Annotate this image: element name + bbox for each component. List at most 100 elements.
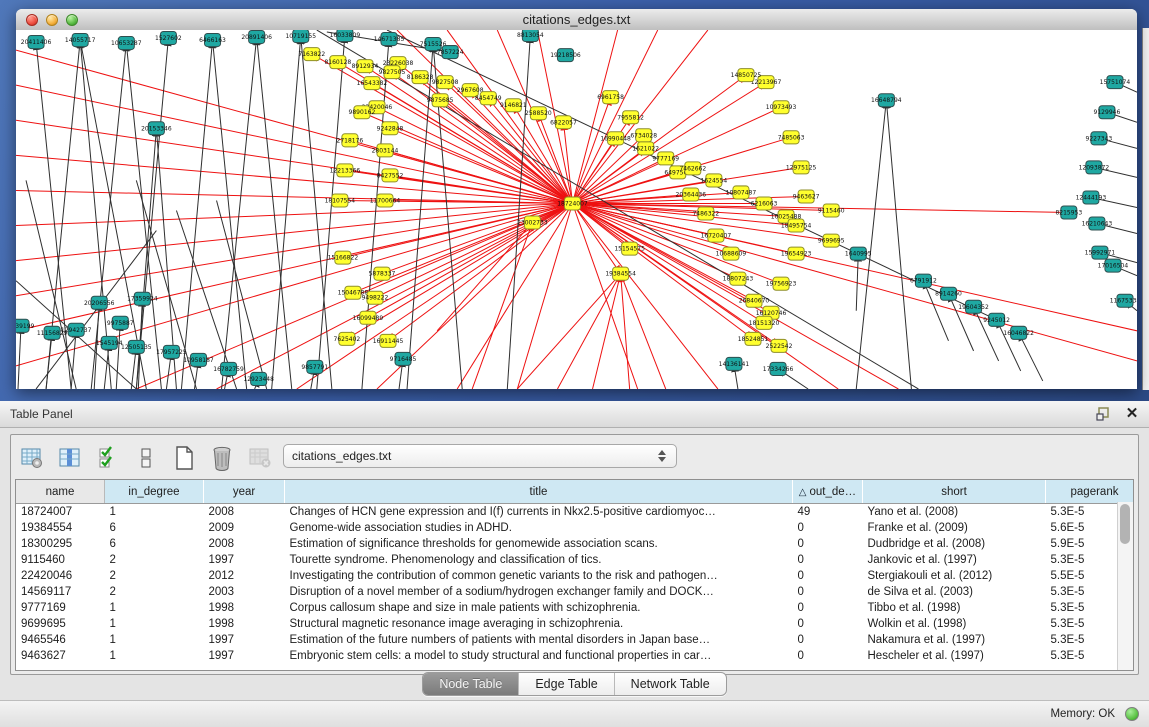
table-cell[interactable]: 2 — [105, 552, 204, 568]
node-label: 19218506 — [550, 52, 581, 59]
table-cell[interactable]: 6 — [105, 536, 204, 552]
table-cell[interactable]: 1 — [105, 648, 204, 664]
table-cell[interactable]: 1997 — [204, 648, 285, 664]
table-cell[interactable]: 0 — [793, 648, 863, 664]
table-row[interactable]: 1938455462009Genome-wide association stu… — [16, 520, 1134, 536]
table-cell[interactable]: 0 — [793, 568, 863, 584]
table-cell[interactable]: 2008 — [204, 504, 285, 521]
node-label: 23002733 — [517, 220, 548, 227]
delete-column-icon[interactable] — [209, 445, 235, 471]
table-cell[interactable]: 1998 — [204, 616, 285, 632]
table-cell[interactable]: 2009 — [204, 520, 285, 536]
table-cell[interactable]: 18724007 — [16, 504, 105, 521]
table-cell[interactable]: Disruption of a novel member of a sodium… — [285, 584, 793, 600]
table-cell[interactable]: Structural magnetic resonance image aver… — [285, 616, 793, 632]
table-cell[interactable]: 0 — [793, 584, 863, 600]
close-panel-icon[interactable]: ✕ — [1123, 405, 1141, 423]
table-row[interactable]: 1830029562008Estimation of significance … — [16, 536, 1134, 552]
column-header-pagerank[interactable]: pagerank — [1046, 480, 1135, 504]
table-cell[interactable]: 1 — [105, 504, 204, 521]
show-columns-icon[interactable] — [57, 445, 83, 471]
table-cell[interactable]: Wolkin et al. (1998) — [863, 616, 1046, 632]
column-header-in_degree[interactable]: in_degree — [105, 480, 204, 504]
table-mode-icon[interactable] — [19, 445, 45, 471]
table-cell[interactable]: 1 — [105, 616, 204, 632]
column-header-short[interactable]: short — [863, 480, 1046, 504]
table-cell[interactable]: 14569117 — [16, 584, 105, 600]
table-cell[interactable]: 9465546 — [16, 632, 105, 648]
column-header-out_de[interactable]: △out_de… — [793, 480, 863, 504]
float-panel-icon[interactable] — [1095, 405, 1113, 423]
table-cell[interactable]: 9463627 — [16, 648, 105, 664]
table-row[interactable]: 969969511998Structural magnetic resonanc… — [16, 616, 1134, 632]
table-cell[interactable]: 2008 — [204, 536, 285, 552]
node-table-grid[interactable]: namein_degreeyeartitle△out_de…shortpager… — [16, 480, 1134, 664]
table-row[interactable]: 1872400712008Changes of HCN gene express… — [16, 504, 1134, 521]
table-cell[interactable]: 2012 — [204, 568, 285, 584]
table-cell[interactable]: 49 — [793, 504, 863, 521]
table-cell[interactable]: 2 — [105, 568, 204, 584]
table-row[interactable]: 946362711997Embryonic stem cells: a mode… — [16, 648, 1134, 664]
table-cell[interactable]: Changes of HCN gene expression and I(f) … — [285, 504, 793, 521]
node-label: 16911445 — [373, 338, 404, 345]
table-cell[interactable]: 0 — [793, 536, 863, 552]
column-header-year[interactable]: year — [204, 480, 285, 504]
network-canvas[interactable]: 2041140614055717106532871527602646616320… — [16, 30, 1137, 389]
column-header-name[interactable]: name — [16, 480, 105, 504]
table-cell[interactable]: 0 — [793, 552, 863, 568]
table-cell[interactable]: 1 — [105, 600, 204, 616]
table-cell[interactable]: Jankovic et al. (1997) — [863, 552, 1046, 568]
row-height-icon[interactable] — [133, 445, 159, 471]
table-scrollbar-thumb[interactable] — [1120, 504, 1130, 544]
table-cell[interactable]: 0 — [793, 520, 863, 536]
tab-edge-table[interactable]: Edge Table — [519, 673, 614, 695]
table-cell[interactable]: Embryonic stem cells: a model to study s… — [285, 648, 793, 664]
table-cell[interactable]: Genome-wide association studies in ADHD. — [285, 520, 793, 536]
table-row[interactable]: 911546021997Tourette syndrome. Phenomeno… — [16, 552, 1134, 568]
table-cell[interactable]: Corpus callosum shape and size in male p… — [285, 600, 793, 616]
tab-node-table[interactable]: Node Table — [423, 673, 519, 695]
select-columns-icon[interactable] — [95, 445, 121, 471]
table-row[interactable]: 946554611997Estimation of the future num… — [16, 632, 1134, 648]
table-cell[interactable]: 9115460 — [16, 552, 105, 568]
table-cell[interactable]: Estimation of the future numbers of pati… — [285, 632, 793, 648]
table-cell[interactable]: 0 — [793, 600, 863, 616]
table-cell[interactable]: Stergiakouli et al. (2012) — [863, 568, 1046, 584]
table-cell[interactable]: Hescheler et al. (1997) — [863, 648, 1046, 664]
table-cell[interactable]: 6 — [105, 520, 204, 536]
table-cell[interactable]: Nakamura et al. (1997) — [863, 632, 1046, 648]
table-cell[interactable]: 9777169 — [16, 600, 105, 616]
table-select-dropdown[interactable]: citations_edges.txt — [283, 444, 677, 468]
table-cell[interactable]: 2 — [105, 584, 204, 600]
table-cell[interactable]: de Silva et al. (2003) — [863, 584, 1046, 600]
table-row[interactable]: 2242004622012Investigating the contribut… — [16, 568, 1134, 584]
table-cell[interactable]: 9699695 — [16, 616, 105, 632]
table-cell[interactable]: 2003 — [204, 584, 285, 600]
table-row[interactable]: 977716911998Corpus callosum shape and si… — [16, 600, 1134, 616]
table-cell[interactable]: 18300295 — [16, 536, 105, 552]
tab-network-table[interactable]: Network Table — [615, 673, 726, 695]
table-cell[interactable]: 0 — [793, 632, 863, 648]
table-cell[interactable]: 19384554 — [16, 520, 105, 536]
table-row[interactable]: 1456911722003Disruption of a novel membe… — [16, 584, 1134, 600]
delete-table-icon[interactable] — [247, 445, 273, 471]
background-window-edge — [1142, 28, 1149, 390]
table-cell[interactable]: Tibbo et al. (1998) — [863, 600, 1046, 616]
window-titlebar[interactable]: citations_edges.txt — [16, 9, 1137, 31]
column-header-title[interactable]: title — [285, 480, 793, 504]
table-cell[interactable]: Tourette syndrome. Phenomenology and cla… — [285, 552, 793, 568]
table-cell[interactable]: Yano et al. (2008) — [863, 504, 1046, 521]
table-cell[interactable]: 0 — [793, 616, 863, 632]
new-column-icon[interactable] — [171, 445, 197, 471]
table-cell[interactable]: Franke et al. (2009) — [863, 520, 1046, 536]
table-cell[interactable]: 22420046 — [16, 568, 105, 584]
table-cell[interactable]: 1997 — [204, 552, 285, 568]
table-cell[interactable]: Dudbridge et al. (2008) — [863, 536, 1046, 552]
node-label: 15154575 — [614, 246, 645, 253]
table-cell[interactable]: Investigating the contribution of common… — [285, 568, 793, 584]
table-cell[interactable]: 1997 — [204, 632, 285, 648]
table-cell[interactable]: 1 — [105, 632, 204, 648]
table-cell[interactable]: 1998 — [204, 600, 285, 616]
table-cell[interactable]: Estimation of significance thresholds fo… — [285, 536, 793, 552]
table-scrollbar[interactable] — [1117, 502, 1133, 670]
